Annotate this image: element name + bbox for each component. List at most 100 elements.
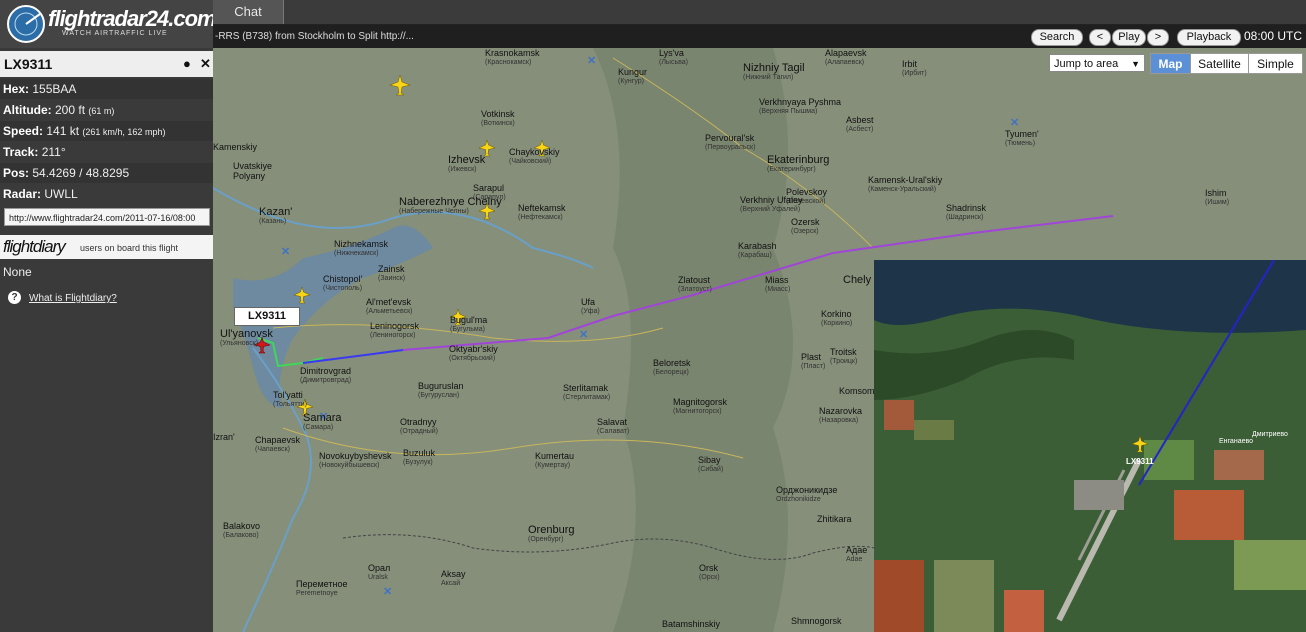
pos-row: Pos: 54.4269 / 48.8295 (0, 163, 213, 183)
city-name: Орал (368, 563, 391, 573)
airport-icon[interactable]: ✕ (587, 54, 596, 67)
airport-icon[interactable]: ✕ (281, 245, 290, 258)
city-cyrillic: (Миасс) (765, 286, 791, 293)
city-name: Zainsk (378, 264, 405, 274)
city-name: Ishim (1205, 188, 1227, 198)
pos-value: 54.4269 / 48.8295 (32, 166, 130, 180)
city-label: Nazarovka (Назаровка) (819, 407, 862, 425)
city-label: Miass (Миасс) (765, 276, 790, 294)
city-cyrillic: (Чайковский) (509, 158, 552, 165)
city-label: Chely (843, 275, 871, 286)
city-name: Nazarovka (819, 406, 863, 416)
airport-icon[interactable]: ✕ (579, 328, 588, 341)
city-name: Novokuybyshevsk (319, 451, 392, 461)
city-name: Alapaevsk (825, 48, 867, 58)
city-label: Орджоникидзе Ordzhonikidze (776, 486, 837, 504)
city-name: Aksay (441, 569, 466, 579)
city-cyrillic: (Первоуральск) (705, 144, 756, 151)
city-label: Ul'yanovsk (Ульяновск) (220, 329, 273, 348)
city-cyrillic: (Сибай) (698, 466, 724, 473)
track-label: Track: (3, 145, 39, 159)
aircraft-icon[interactable] (293, 286, 311, 304)
city-name: Kumertau (535, 451, 575, 461)
city-cyrillic: (Бузулук) (403, 459, 433, 466)
city-label: Troitsk (Троицк) (830, 348, 857, 366)
logo-subtitle: WATCH AIRTRAFFIC LIVE (62, 30, 168, 37)
city-name: Magnitogorsk (673, 397, 728, 407)
city-label: Sterlitamak (Стерлитамак) (563, 384, 610, 402)
jump-to-area-select[interactable]: Jump to area ▼ (1049, 54, 1145, 72)
close-icon[interactable]: ✕ (200, 56, 211, 72)
city-name: Votkinsk (481, 109, 515, 119)
city-cyrillic: (Ишим) (1205, 199, 1230, 206)
help-icon[interactable]: ? (8, 291, 21, 304)
hex-label: Hex: (3, 82, 30, 96)
next-button[interactable]: > (1147, 29, 1169, 46)
airport-icon[interactable]: ✕ (1010, 116, 1019, 129)
city-name: Buzuluk (403, 448, 436, 458)
aircraft-icon[interactable] (1131, 435, 1149, 453)
city-cyrillic: (Нижнекамск) (334, 250, 379, 257)
flight-callout[interactable]: LX9311 (234, 307, 300, 326)
map-area[interactable]: ✕ ✕ ✕ ✕ ✕ ✕ Krasnokamsk (Краснокамск) Lys… (213, 48, 1306, 632)
city-name: Kungur (618, 67, 648, 77)
satellite-town-label: Енганаево (1219, 438, 1254, 445)
flightdiary-help-link[interactable]: What is Flightdiary? (29, 293, 117, 304)
city-name: Polyany (233, 171, 266, 181)
airport-icon[interactable]: ✕ (383, 585, 392, 598)
city-cyrillic: (Златоуст) (678, 286, 712, 293)
city-name: Tol'yatti (273, 390, 303, 400)
radar-logo-icon (7, 5, 45, 43)
city-cyrillic: (Озерск) (791, 228, 819, 235)
city-label: Leninogorsk (Лениногорск) (370, 322, 419, 340)
city-cyrillic: (Каменск-Уральский) (868, 186, 937, 193)
play-button[interactable]: Play (1112, 29, 1146, 46)
city-cyrillic: (Балаково) (223, 532, 259, 539)
city-name: Bugul'ma (450, 315, 488, 325)
city-cyrillic: (Шадринск) (946, 214, 984, 221)
city-label: Chistopol' (Чистополь) (323, 275, 362, 293)
city-name: Chistopol' (323, 274, 363, 284)
city-cyrillic: (Салават) (597, 428, 630, 435)
city-label: Nizhnekamsk (Нижнекамск) (334, 240, 388, 258)
city-cyrillic: (Ульяновск) (220, 340, 259, 347)
logo[interactable]: flightradar24.com WATCH AIRTRAFFIC LIVE (0, 0, 217, 48)
city-cyrillic: (Троицк) (830, 358, 858, 365)
city-label: Орал Uralsk (368, 564, 390, 582)
city-label: Zlatoust (Златоуст) (678, 276, 712, 294)
pin-icon[interactable]: ● (183, 56, 191, 71)
map-type-simple[interactable]: Simple (1248, 53, 1303, 74)
map-type-map[interactable]: Map (1150, 53, 1191, 74)
prev-button[interactable]: < (1089, 29, 1111, 46)
ticker-text[interactable]: -RRS (B738) from Stockholm to Split http… (215, 31, 414, 42)
city-label: Orenburg (Оренбург) (528, 525, 574, 544)
city-cyrillic: (Орск) (699, 574, 720, 581)
map-type-satellite[interactable]: Satellite (1190, 53, 1249, 74)
city-cyrillic: (Отрадный) (400, 428, 438, 435)
aircraft-icon[interactable] (389, 74, 411, 96)
city-name: Chaykovskiy (509, 147, 560, 157)
chat-tab[interactable]: Chat (213, 0, 284, 24)
satellite-inset[interactable]: LX9311 Дмитриево Енганаево (874, 260, 1306, 632)
city-name: Al'met'evsk (366, 297, 411, 307)
city-label: Kamensk-Ural'skiy (Каменск-Уральский) (868, 176, 942, 194)
city-label: Verkhniy Ufaley (Верхний Уфалей) (740, 196, 803, 214)
playback-button[interactable]: Playback (1177, 29, 1241, 46)
speed-label: Speed: (3, 124, 44, 138)
city-cyrillic: (Ижевск) (448, 166, 477, 173)
city-cyrillic: (Тольятти) (273, 401, 307, 408)
track-row: Track: 211° (0, 142, 213, 162)
speed-sub: (261 km/h, 162 mph) (82, 127, 166, 137)
city-name: Otradnyy (400, 417, 437, 427)
flight-url-field[interactable]: http://www.flightradar24.com/2011-07-16/… (4, 208, 210, 226)
city-label: Alapaevsk (Алапаевск) (825, 49, 867, 67)
flightdiary-logo: flightdiary (3, 237, 66, 256)
city-label: Zainsk (Заинск) (378, 265, 405, 283)
city-label: Ozersk (Озерск) (791, 218, 820, 236)
search-button[interactable]: Search (1031, 29, 1083, 46)
speed-value: 141 kt (46, 124, 80, 138)
city-label: Kamenskiy (213, 143, 257, 152)
city-label: Kumertau (Кумертау) (535, 452, 574, 470)
city-cyrillic: (Чапаевск) (255, 446, 290, 453)
city-cyrillic: (Димитровград) (300, 377, 352, 384)
